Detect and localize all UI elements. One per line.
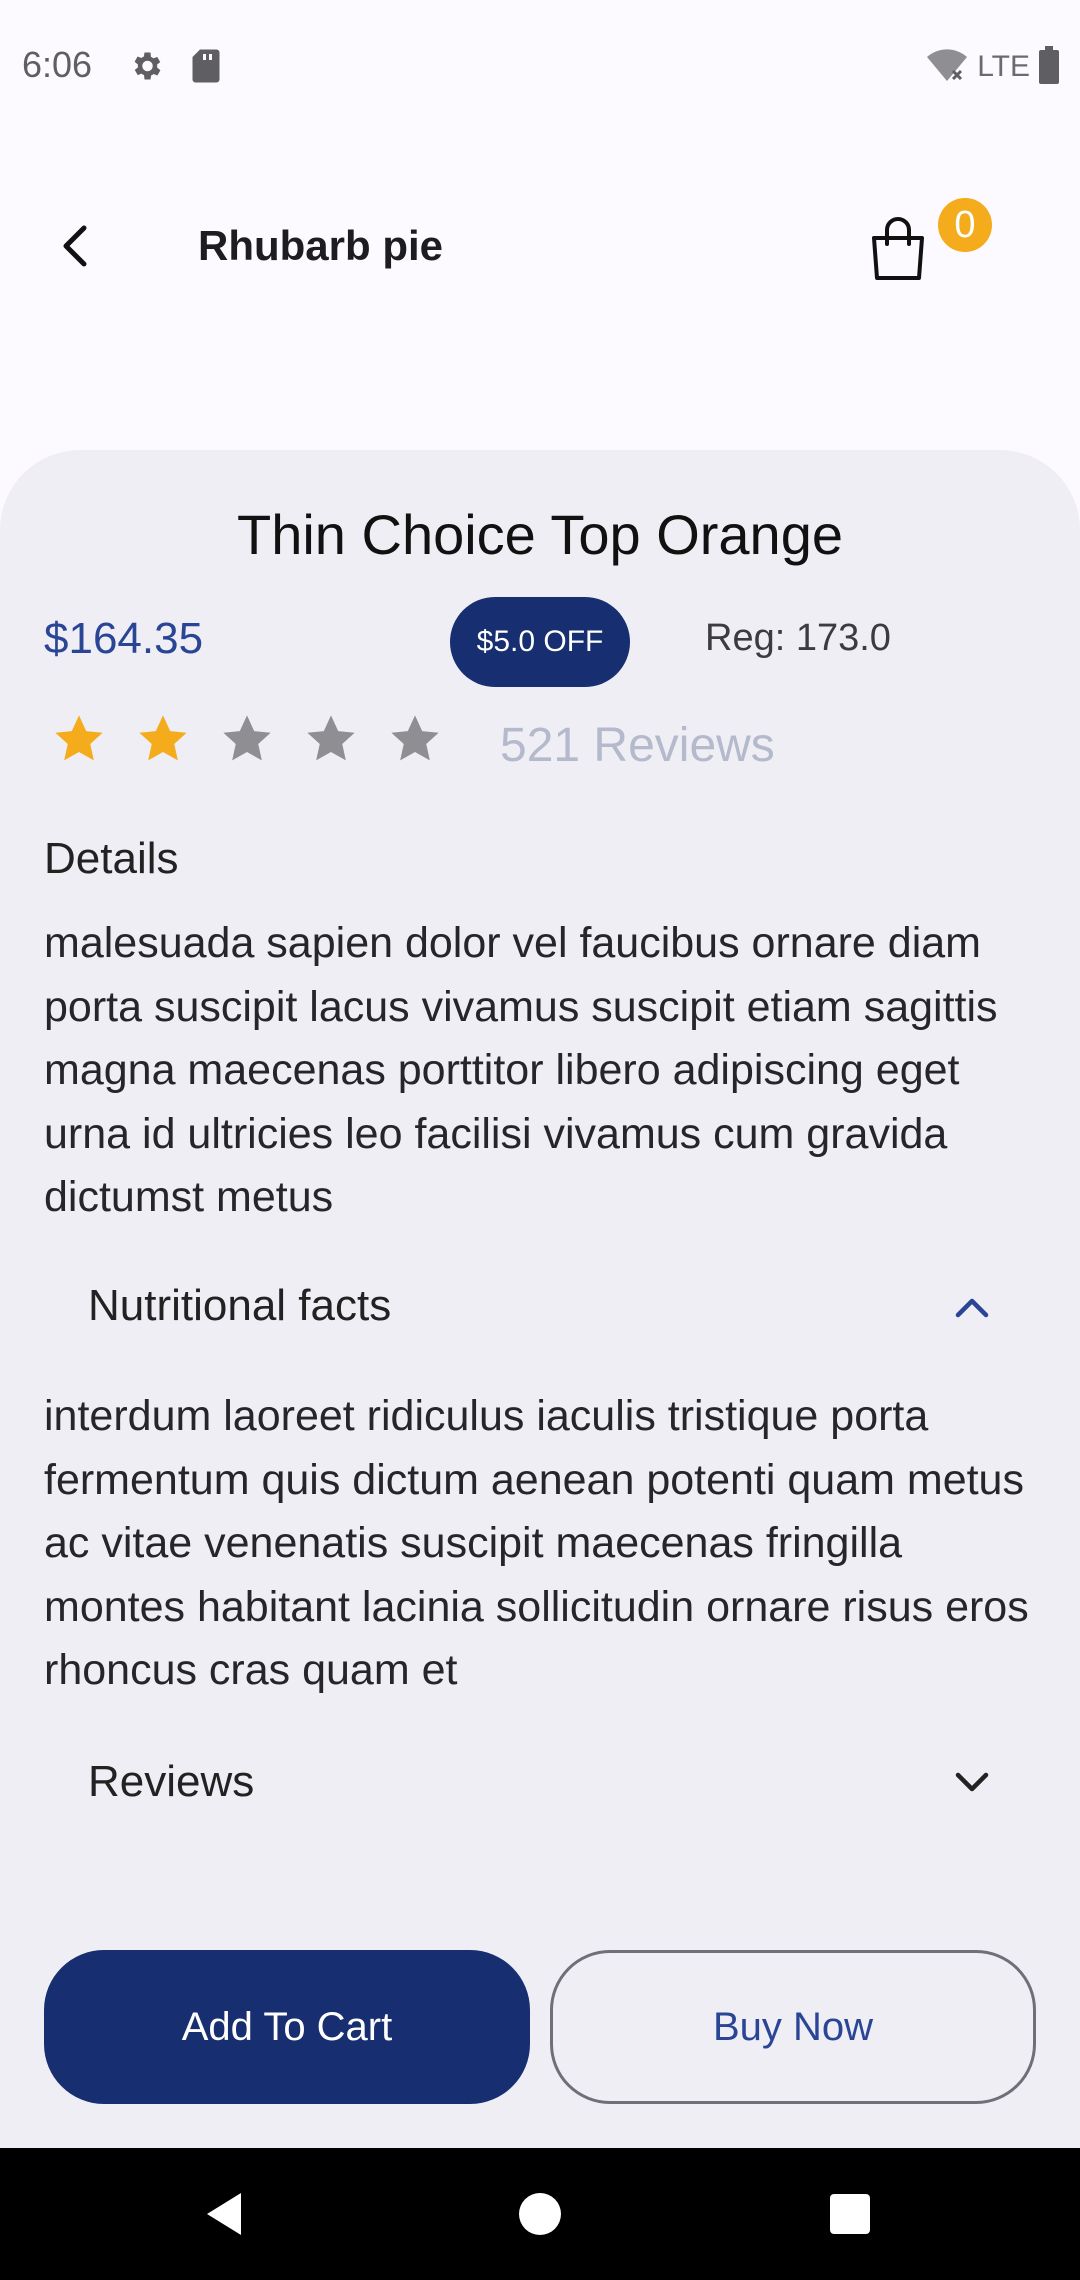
add-to-cart-button[interactable]: Add To Cart — [44, 1950, 530, 2104]
action-buttons: Add To Cart Buy Now — [0, 1950, 1080, 2104]
star-icon-empty — [391, 715, 439, 761]
gear-icon — [128, 48, 164, 88]
cart-button[interactable] — [858, 210, 938, 294]
rating-stars — [52, 712, 442, 766]
shopping-bag-icon — [872, 217, 924, 280]
details-text: malesuada sapien dolor vel faucibus orna… — [44, 919, 998, 1221]
status-bar: 6:06 LTE — [0, 0, 1080, 136]
system-nav-bar — [0, 2148, 1080, 2280]
chevron-up-icon — [955, 1298, 989, 1318]
product-price: $164.35 — [44, 614, 204, 663]
discount-badge: $5.0 OFF — [450, 597, 630, 687]
star-icon-filled — [55, 715, 103, 761]
star-icon-empty — [223, 715, 271, 761]
reviews-heading: Reviews — [88, 1757, 255, 1806]
nutritional-facts-toggle[interactable]: Nutritional facts — [44, 1256, 1036, 1356]
nav-home-button[interactable] — [508, 2182, 572, 2246]
details-heading: Details — [44, 834, 179, 883]
chevron-left-icon — [63, 225, 87, 267]
sd-card-icon — [190, 48, 222, 88]
chevron-down-icon — [955, 1772, 989, 1792]
circle-home-icon — [519, 2193, 561, 2235]
star-icon-filled — [139, 715, 187, 761]
cart-count-badge: 0 — [938, 198, 992, 252]
regular-price: Reg: 173.0 — [705, 617, 891, 659]
star-icon-empty — [307, 715, 355, 761]
nav-back-button[interactable] — [194, 2182, 258, 2246]
nav-recents-button[interactable] — [818, 2182, 882, 2246]
wifi-off-icon — [925, 47, 969, 87]
status-right: LTE — [925, 46, 1060, 88]
app-bar: Rhubarb pie 0 — [0, 180, 1080, 316]
nutritional-facts-heading: Nutritional facts — [88, 1281, 392, 1330]
page-title: Rhubarb pie — [198, 222, 444, 269]
nutritional-facts-text: interdum laoreet ridiculus iaculis trist… — [44, 1392, 1029, 1694]
network-type: LTE — [977, 50, 1030, 83]
reviews-count[interactable]: 521 Reviews — [500, 718, 775, 773]
triangle-back-icon — [207, 2193, 241, 2235]
reviews-toggle[interactable]: Reviews — [44, 1732, 1036, 1832]
square-recents-icon — [830, 2194, 870, 2234]
product-name: Thin Choice Top Orange — [237, 503, 843, 566]
back-button[interactable] — [40, 210, 112, 282]
buy-now-button[interactable]: Buy Now — [550, 1950, 1036, 2104]
status-time: 6:06 — [22, 44, 93, 85]
battery-icon — [1038, 46, 1060, 88]
